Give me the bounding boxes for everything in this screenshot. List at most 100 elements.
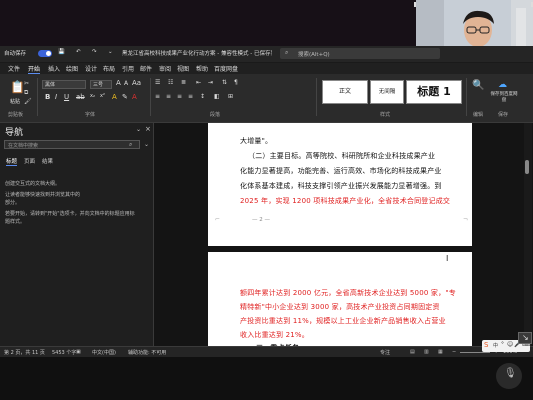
style-no-spacing[interactable]: 无间隔: [370, 80, 404, 104]
web-layout-icon[interactable]: ▦: [438, 349, 443, 355]
align-left-icon[interactable]: ≡: [155, 93, 160, 100]
ribbon-divider: [37, 78, 38, 116]
borders-icon[interactable]: ⊞: [228, 93, 233, 100]
menu-references[interactable]: 引用: [122, 64, 134, 73]
menu-file[interactable]: 文件: [8, 64, 20, 73]
format-painter-icon[interactable]: 🖌: [24, 98, 32, 105]
style-heading-1[interactable]: 标题 1: [406, 80, 462, 104]
save-group-label: 保存: [498, 112, 509, 118]
shrink-font-icon[interactable]: A: [124, 80, 128, 87]
page-count[interactable]: 第 2 页，共 11 页: [4, 349, 45, 356]
font-name-select[interactable]: 黑体: [42, 80, 86, 89]
subscript-icon[interactable]: x₂: [90, 93, 95, 99]
shading-icon[interactable]: ◧: [214, 93, 220, 100]
microphone-icon: 🎙: [504, 368, 517, 379]
search-box[interactable]: ⌕ 搜索(Alt+Q): [280, 48, 440, 59]
zoom-slider[interactable]: [460, 352, 490, 353]
status-bar: 第 2 页，共 11 页 5453 个字 ▣ 中文(中国) 辅助功能: 不可用 …: [0, 346, 533, 357]
menu-layout[interactable]: 布局: [103, 64, 115, 73]
sort-icon[interactable]: ⇅: [222, 79, 227, 86]
nav-help-text: 部分。: [5, 200, 21, 206]
doc-line-highlighted: 额四年累计达到 2000 亿元，全省高新技术企业达到 5000 家，"专: [240, 289, 456, 297]
grow-font-icon[interactable]: A: [116, 79, 121, 87]
ime-logo-icon[interactable]: S: [484, 341, 488, 349]
show-marks-icon[interactable]: ¶: [234, 79, 238, 86]
bold-icon[interactable]: B: [45, 93, 50, 101]
justify-icon[interactable]: ≡: [188, 93, 193, 100]
ime-mode-icon[interactable]: 中: [493, 342, 498, 349]
menu-insert[interactable]: 插入: [48, 64, 60, 73]
close-pane-icon[interactable]: ×: [145, 125, 151, 133]
read-mode-icon[interactable]: ▤: [410, 349, 415, 355]
autosave-toggle[interactable]: [38, 50, 52, 57]
ime-emoji-icon[interactable]: ☺: [507, 341, 513, 348]
change-case-icon[interactable]: Aa: [132, 79, 141, 87]
highlight-icon[interactable]: ✎: [122, 93, 128, 101]
redo-icon[interactable]: ↷: [92, 49, 97, 55]
font-size-select[interactable]: 三号: [90, 80, 112, 89]
language-indicator[interactable]: 中文(中国): [92, 349, 116, 356]
nav-help-text: 题样式。: [5, 219, 26, 225]
doc-line-heading: （二）主要目标。高等院校、科研院所和企业科技成果产业: [248, 151, 435, 161]
undo-icon[interactable]: ↶: [76, 49, 81, 55]
menu-draw[interactable]: 绘图: [66, 64, 78, 73]
collapse-button[interactable]: ↘: [518, 332, 532, 344]
menu-baidu-netdisk[interactable]: 百度网盘: [214, 64, 238, 73]
scrollbar-thumb[interactable]: [525, 160, 529, 174]
increase-indent-icon[interactable]: ⇥: [208, 79, 213, 86]
baidu-cloud-icon[interactable]: ☁: [498, 80, 507, 90]
superscript-icon[interactable]: x²: [100, 93, 105, 99]
font-color-icon[interactable]: A: [132, 93, 137, 101]
zoom-out-icon[interactable]: −: [452, 349, 456, 355]
search-options-icon[interactable]: ⌄: [144, 141, 149, 148]
numbering-icon[interactable]: ☷: [168, 79, 173, 86]
cut-icon[interactable]: ✂: [24, 80, 29, 87]
nav-search-input[interactable]: 在文档中搜索 ⌕: [4, 140, 140, 149]
align-center-icon[interactable]: ≡: [166, 93, 171, 100]
menu-help[interactable]: 帮助: [196, 64, 208, 73]
accessibility-status[interactable]: 辅助功能: 不可用: [128, 349, 166, 356]
save-icon[interactable]: 💾: [58, 49, 65, 55]
nav-tab-pages[interactable]: 页面: [24, 157, 35, 165]
doc-line: 化体系基本建成，科技支撑引领产业振兴发展能力显著增强。到: [240, 182, 442, 190]
nav-tab-results[interactable]: 结果: [42, 157, 53, 165]
page-number: — 2 —: [252, 217, 270, 223]
pane-options-icon[interactable]: ⌄: [136, 126, 141, 133]
proofing-icon[interactable]: ▣: [76, 349, 81, 355]
align-right-icon[interactable]: ≡: [177, 93, 182, 100]
italic-icon[interactable]: I: [55, 93, 57, 101]
focus-mode-button[interactable]: 专注: [380, 349, 390, 356]
find-icon[interactable]: 🔍: [472, 80, 484, 91]
word-count[interactable]: 5453 个字: [52, 349, 76, 356]
vertical-scrollbar[interactable]: [524, 123, 532, 346]
strikethrough-icon[interactable]: ab: [76, 93, 85, 101]
save-to-cloud-button[interactable]: 保存到百度网盘: [490, 92, 518, 104]
style-normal[interactable]: 正文: [322, 80, 368, 104]
menu-bar: 文件 开始 插入 绘图 设计 布局 引用 邮件 审阅 视图 帮助 百度网盘: [0, 63, 533, 74]
styles-group-label: 样式: [380, 112, 391, 118]
nav-help-text: 若要开始，请转到"开始"选项卡，并向文档中的标题应用标: [5, 211, 135, 217]
menu-design[interactable]: 设计: [85, 64, 97, 73]
line-spacing-icon[interactable]: ↕: [200, 93, 205, 100]
multilevel-list-icon[interactable]: ≣: [181, 79, 186, 86]
text-cursor-icon: I: [446, 254, 449, 263]
resize-handle[interactable]: [414, 2, 416, 7]
paste-icon[interactable]: 📋: [10, 80, 25, 94]
doc-line-highlighted: 收入比重达到 21%。: [240, 331, 309, 339]
text-effects-icon[interactable]: A: [112, 93, 117, 101]
decrease-indent-icon[interactable]: ⇤: [196, 79, 201, 86]
edit-group-label: 编辑: [473, 112, 484, 118]
menu-review[interactable]: 审阅: [159, 64, 171, 73]
print-layout-icon[interactable]: ▥: [424, 349, 429, 355]
collapse-arrow-icon: ↘: [522, 333, 529, 342]
nav-tab-headings[interactable]: 标题: [6, 157, 18, 166]
menu-view[interactable]: 视图: [177, 64, 189, 73]
menu-mailings[interactable]: 邮件: [140, 64, 152, 73]
menu-home[interactable]: 开始: [28, 64, 41, 74]
customize-qat-icon[interactable]: ⌄: [108, 49, 113, 55]
microphone-button[interactable]: 🎙: [496, 363, 522, 389]
copy-icon[interactable]: ⧉: [24, 89, 28, 97]
bullets-icon[interactable]: ☰: [155, 79, 160, 86]
underline-icon[interactable]: U: [64, 93, 69, 101]
ime-punct-icon[interactable]: °: [501, 341, 504, 348]
